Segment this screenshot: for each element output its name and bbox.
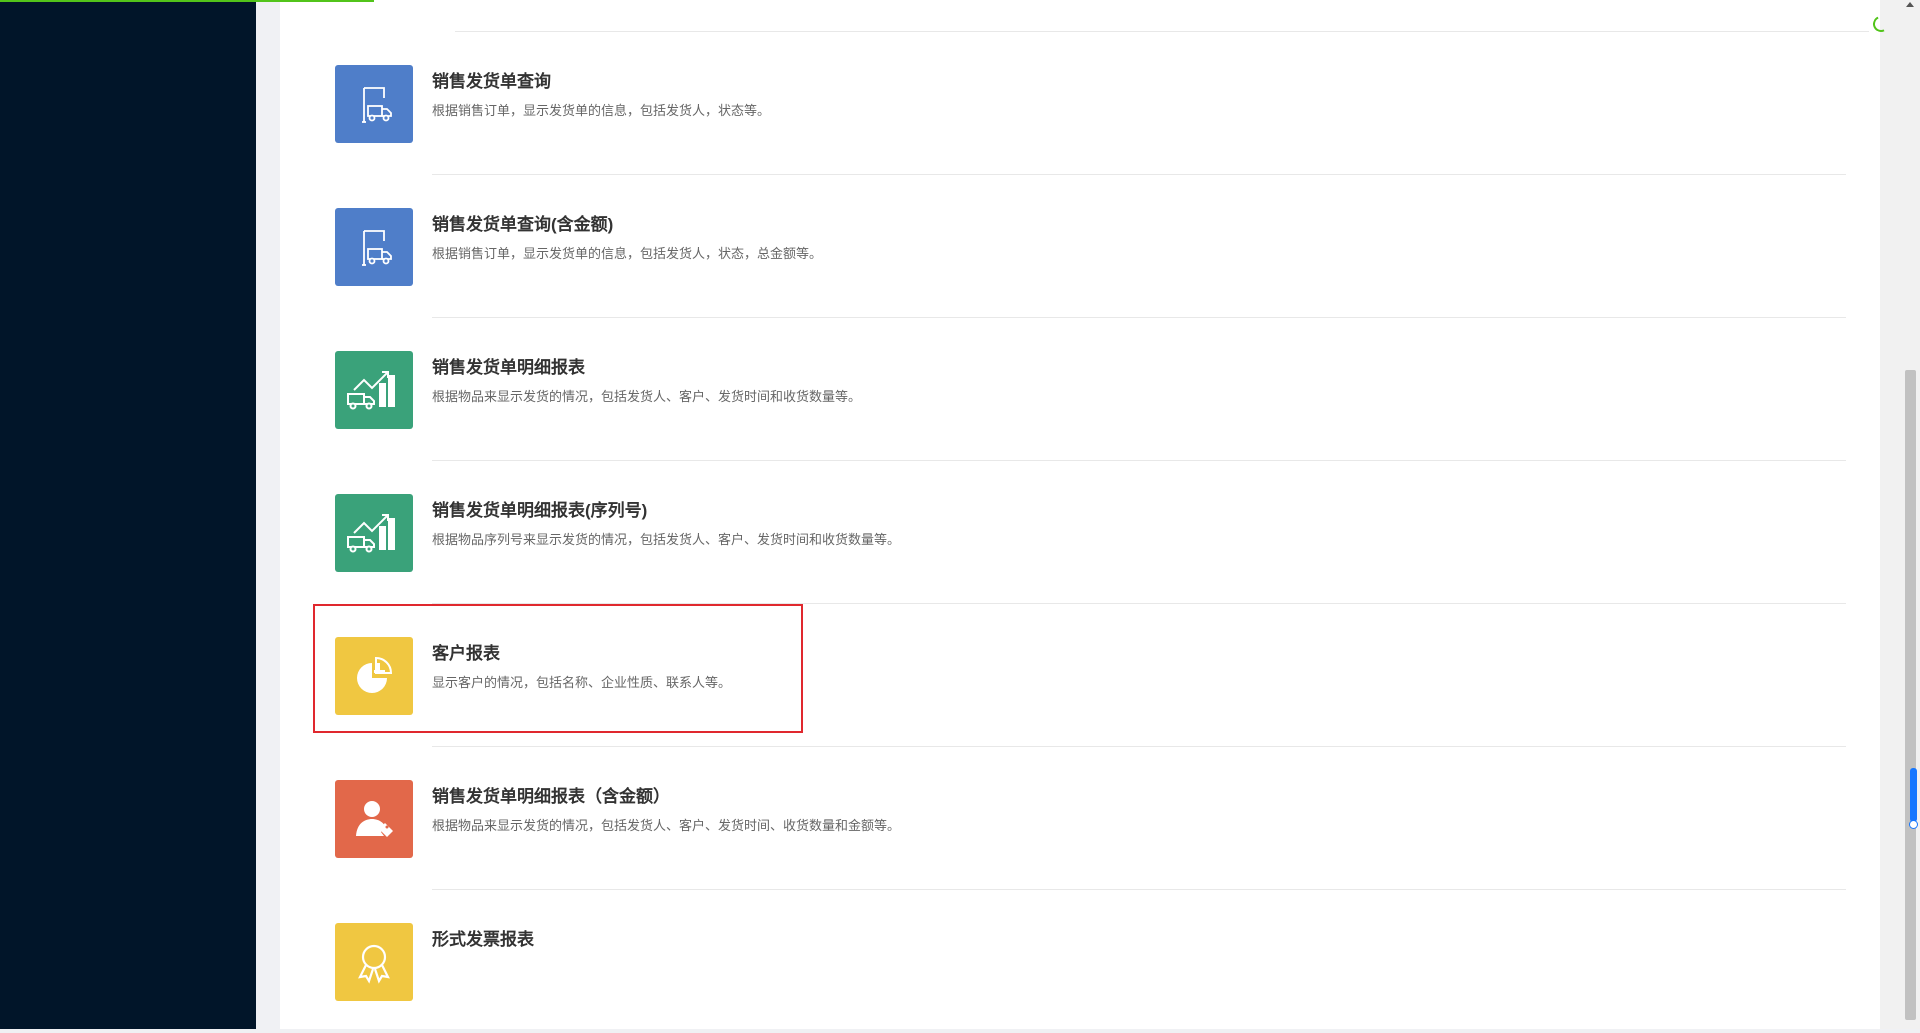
page-loading-progress-bar (0, 0, 374, 2)
scrollbar-thumb[interactable] (1905, 370, 1916, 1020)
report-item-sales-delivery-detail[interactable]: 销售发货单明细报表 根据物品来显示发货的情况，包括发货人、客户、发货时间和收货数… (280, 318, 1880, 461)
truck-growth-chart-icon (335, 351, 413, 429)
sidebar (0, 0, 256, 1029)
report-title[interactable]: 销售发货单查询(含金额) (432, 210, 613, 235)
report-item-sales-delivery-detail-with-amount[interactable]: 销售发货单明细报表（含金额） 根据物品来显示发货的情况，包括发货人、客户、发货时… (280, 747, 1880, 890)
report-description: 根据销售订单，显示发货单的信息，包括发货人，状态等。 (432, 103, 771, 118)
pie-chart-icon (335, 637, 413, 715)
report-list-card: 销售发货单查询 根据销售订单，显示发货单的信息，包括发货人，状态等。 销售发货单… (280, 0, 1880, 1029)
report-item-proforma-invoice-report[interactable]: 形式发票报表 (280, 890, 1880, 1033)
truck-growth-chart-icon (335, 494, 413, 572)
award-badge-icon (335, 923, 413, 1001)
report-title[interactable]: 客户报表 (432, 639, 500, 664)
report-title[interactable]: 销售发货单明细报表（含金额） (432, 782, 670, 807)
delivery-truck-icon (335, 65, 413, 143)
report-title[interactable]: 销售发货单查询 (432, 67, 551, 92)
report-description: 根据物品序列号来显示发货的情况，包括发货人、客户、发货时间和收货数量等。 (432, 532, 901, 547)
report-item-customer-report[interactable]: 客户报表 显示客户的情况，包括名称、企业性质、联系人等。 (280, 604, 1880, 747)
report-description: 根据物品来显示发货的情况，包括发货人、客户、发货时间、收货数量和金额等。 (432, 818, 901, 833)
report-description: 根据销售订单，显示发货单的信息，包括发货人，状态，总金额等。 (432, 246, 823, 261)
scroll-up-arrow-icon[interactable] (1906, 2, 1914, 7)
delivery-truck-icon (335, 208, 413, 286)
report-title[interactable]: 销售发货单明细报表(序列号) (432, 496, 647, 521)
report-description: 根据物品来显示发货的情况，包括发货人、客户、发货时间和收货数量等。 (432, 389, 862, 404)
report-item-sales-delivery-detail-serial[interactable]: 销售发货单明细报表(序列号) 根据物品序列号来显示发货的情况，包括发货人、客户、… (280, 461, 1880, 604)
report-title[interactable]: 形式发票报表 (432, 925, 534, 950)
content-area: 销售发货单查询 根据销售订单，显示发货单的信息，包括发货人，状态等。 销售发货单… (256, 0, 1880, 1029)
scroll-position-indicator-icon (1909, 768, 1918, 829)
person-tag-icon (335, 780, 413, 858)
report-item-sales-delivery-query[interactable]: 销售发货单查询 根据销售订单，显示发货单的信息，包括发货人，状态等。 (280, 32, 1880, 175)
report-title[interactable]: 销售发货单明细报表 (432, 353, 585, 378)
report-description: 显示客户的情况，包括名称、企业性质、联系人等。 (432, 675, 732, 690)
report-item-sales-delivery-query-with-amount[interactable]: 销售发货单查询(含金额) 根据销售订单，显示发货单的信息，包括发货人，状态，总金… (280, 175, 1880, 318)
